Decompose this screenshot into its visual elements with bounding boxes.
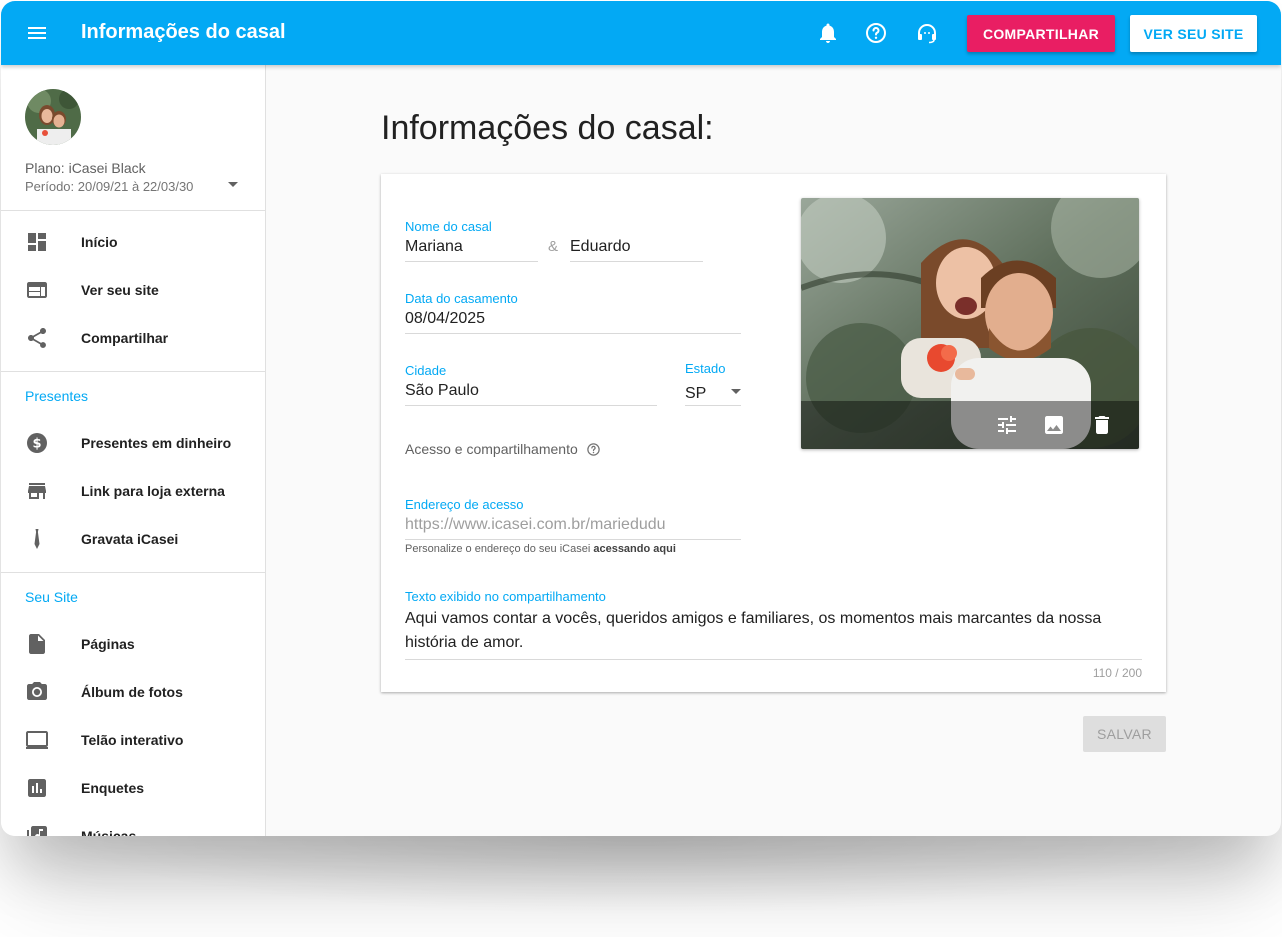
sidebar-divider [1, 572, 265, 573]
section-title-presentes: Presentes [25, 388, 89, 404]
address-label: Endereço de acesso [405, 497, 524, 512]
sidebar-item-label: Ver seu site [81, 282, 159, 298]
sidebar-item-label: Telão interativo [81, 732, 184, 748]
state-label: Estado [685, 361, 726, 376]
sidebar-item-album[interactable]: Álbum de fotos [1, 668, 265, 716]
sidebar-divider [1, 371, 265, 372]
state-dropdown-icon[interactable] [731, 389, 741, 394]
ampersand: & [548, 238, 559, 255]
support-icon[interactable] [915, 21, 939, 45]
sidebar-item-label: Compartilhar [81, 330, 169, 346]
sidebar-item-label: Link para loja externa [81, 483, 225, 499]
app-window: Informações do casal COMPARTILHAR VER SE… [1, 1, 1281, 836]
menu-icon[interactable] [25, 21, 49, 45]
photo-action-bar [801, 401, 1139, 449]
image-icon[interactable] [1042, 413, 1066, 437]
help-icon[interactable] [864, 21, 888, 45]
page-header-title: Informações do casal [81, 21, 286, 43]
share-text-underline [405, 659, 1142, 660]
couple-info-card: Nome do casal Mariana & Eduardo Data do … [381, 174, 1166, 692]
sidebar-item-compartilhar[interactable]: Compartilhar [1, 314, 265, 362]
name2-input[interactable]: Eduardo [570, 238, 631, 256]
store-icon [25, 479, 49, 503]
name1-input[interactable]: Mariana [405, 238, 463, 256]
sidebar-divider [1, 210, 265, 211]
sidebar-item-label: Álbum de fotos [81, 684, 183, 700]
address-underline [405, 539, 741, 540]
window-shadow [60, 836, 1220, 916]
bell-icon[interactable] [816, 21, 840, 45]
access-help-icon[interactable] [586, 442, 601, 460]
screen-icon [25, 728, 49, 752]
sidebar-item-telao[interactable]: Telão interativo [1, 716, 265, 764]
wedding-date-input[interactable]: 08/04/2025 [405, 310, 485, 328]
plan-name: Plano: iCasei Black [25, 160, 146, 176]
address-hint: Personalize o endereço do seu iCasei ace… [405, 543, 676, 555]
name2-underline [570, 261, 703, 262]
view-site-button[interactable]: VER SEU SITE [1130, 15, 1257, 52]
share-button[interactable]: COMPARTILHAR [967, 15, 1115, 52]
main-content: Informações do casal: Nome do casal Mari… [266, 65, 1281, 836]
state-select[interactable]: SP [685, 385, 706, 403]
name1-underline [405, 261, 538, 262]
tie-icon [25, 527, 49, 551]
sidebar-item-label: Presentes em dinheiro [81, 435, 232, 451]
sidebar: Plano: iCasei Black Período: 20/09/21 à … [1, 65, 266, 836]
couple-name-label: Nome do casal [405, 219, 492, 234]
char-counter: 110 / 200 [1092, 666, 1142, 680]
city-underline [405, 405, 657, 406]
sidebar-item-label: Enquetes [81, 780, 145, 796]
address-input[interactable]: https://www.icasei.com.br/mariedudu [405, 516, 666, 534]
share-text-line-1[interactable]: Aqui vamos contar a vocês, queridos amig… [405, 610, 1101, 628]
city-input[interactable]: São Paulo [405, 382, 479, 400]
sidebar-item-presentes-dinheiro[interactable]: $ Presentes em dinheiro [1, 419, 265, 467]
wedding-date-label: Data do casamento [405, 291, 518, 306]
tune-icon[interactable] [995, 413, 1019, 437]
share-icon [25, 326, 49, 350]
sidebar-item-inicio[interactable]: Início [1, 218, 265, 266]
avatar[interactable] [25, 89, 81, 145]
poll-icon [25, 776, 49, 800]
top-bar: Informações do casal COMPARTILHAR VER SE… [1, 1, 1281, 65]
money-icon: $ [25, 431, 49, 455]
sidebar-item-paginas[interactable]: Páginas [1, 620, 265, 668]
sidebar-item-label: Músicas [81, 828, 137, 836]
page-icon [25, 632, 49, 656]
sidebar-item-label: Páginas [81, 636, 135, 652]
music-icon [25, 824, 49, 836]
state-underline [685, 405, 741, 406]
share-text-label: Texto exibido no compartilhamento [405, 589, 606, 604]
couple-photo[interactable] [801, 198, 1139, 449]
date-underline [405, 333, 741, 334]
customize-link[interactable]: acessando aqui [593, 543, 676, 555]
camera-icon [25, 680, 49, 704]
sidebar-item-label: Início [81, 234, 118, 250]
sidebar-item-loja-externa[interactable]: Link para loja externa [1, 467, 265, 515]
section-title-seu-site: Seu Site [25, 589, 78, 605]
sidebar-item-ver-seu-site[interactable]: Ver seu site [1, 266, 265, 314]
plan-period: Período: 20/09/21 à 22/03/30 [25, 179, 194, 194]
delete-icon[interactable] [1090, 413, 1114, 437]
access-section-title: Acesso e compartilhamento [405, 441, 601, 460]
dashboard-icon [25, 230, 49, 254]
plan-dropdown-icon[interactable] [228, 182, 238, 187]
sidebar-item-gravata[interactable]: Gravata iCasei [1, 515, 265, 563]
web-icon [25, 278, 49, 302]
sidebar-item-musicas[interactable]: Músicas [1, 812, 265, 836]
svg-text:$: $ [32, 437, 41, 452]
page-title: Informações do casal: [381, 109, 714, 147]
sidebar-item-enquetes[interactable]: Enquetes [1, 764, 265, 812]
save-button[interactable]: SALVAR [1083, 716, 1166, 752]
city-label: Cidade [405, 363, 447, 378]
sidebar-item-label: Gravata iCasei [81, 531, 179, 547]
share-text-line-2[interactable]: história de amor. [405, 634, 523, 652]
